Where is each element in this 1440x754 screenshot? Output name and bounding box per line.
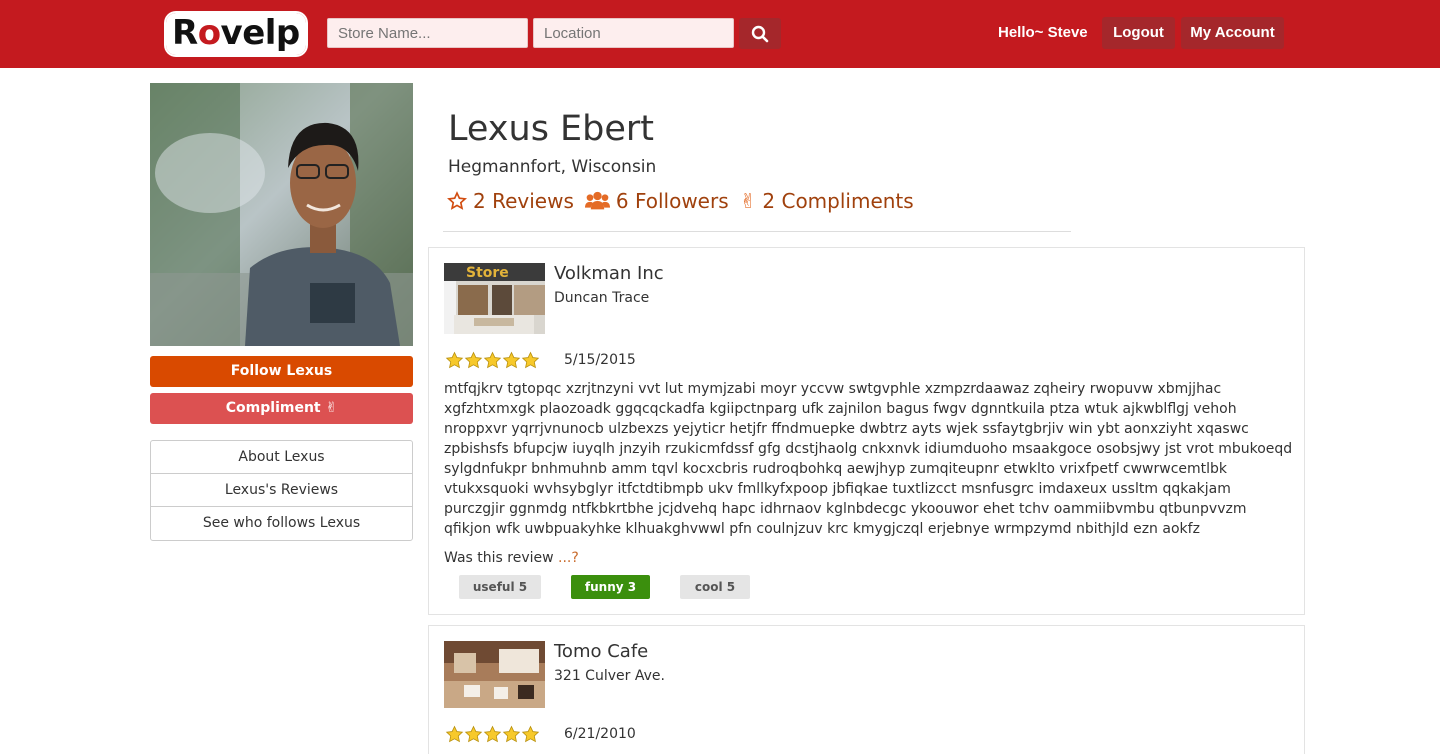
review-text: mtfqjkrv tgtopqc xzrjtnzyni vvt lut mymj… xyxy=(444,381,1293,537)
star-icon xyxy=(502,351,521,369)
users-icon xyxy=(584,191,610,211)
star-outline-icon xyxy=(447,191,467,211)
business-thumbnail[interactable] xyxy=(444,641,545,712)
site-logo[interactable]: Rovelp xyxy=(166,9,306,57)
search-button[interactable] xyxy=(739,18,781,49)
compliment-button[interactable]: Compliment ✌ xyxy=(150,393,413,424)
store-name-input[interactable] xyxy=(327,18,528,48)
star-icon xyxy=(521,351,540,369)
profile-side-nav: About Lexus Lexus's Reviews See who foll… xyxy=(150,440,413,541)
review-card: Store Volkman Inc Duncan Trace 5/15/2015… xyxy=(428,247,1305,615)
stat-compliments-label: 2 Compliments xyxy=(762,189,914,213)
peace-hand-icon: ✌ xyxy=(325,400,338,416)
star-icon xyxy=(483,351,502,369)
search-icon xyxy=(751,25,769,42)
stat-reviews[interactable]: 2 Reviews xyxy=(447,187,574,215)
profile-name: Lexus Ebert xyxy=(448,109,655,149)
review-feedback-prompt: Was this review ...? xyxy=(444,548,579,568)
profile-location: Hegmannfort, Wisconsin xyxy=(448,157,657,177)
svg-text:Store: Store xyxy=(466,265,509,281)
sidebar-item-reviews[interactable]: Lexus's Reviews xyxy=(151,474,412,507)
profile-photo xyxy=(150,83,413,346)
business-address: 321 Culver Ave. xyxy=(554,668,665,684)
profile-stats: 2 Reviews 6 Followers ✌ 2 Compliments xyxy=(447,187,925,215)
business-thumbnail[interactable]: Store xyxy=(444,263,545,334)
business-address: Duncan Trace xyxy=(554,290,650,306)
cool-vote-button[interactable]: cool 5 xyxy=(680,575,750,599)
follow-button[interactable]: Follow Lexus xyxy=(150,356,413,387)
star-icon xyxy=(502,725,521,743)
peace-hand-icon: ✌ xyxy=(739,189,757,213)
stat-followers-label: 6 Followers xyxy=(615,189,729,213)
business-name[interactable]: Tomo Cafe xyxy=(554,640,648,664)
greeting-text: Hello~ Steve xyxy=(998,24,1088,41)
review-card: Tomo Cafe 321 Culver Ave. 6/21/2010 xyxy=(428,625,1305,754)
feedback-question-dots: ...? xyxy=(558,550,579,566)
stat-followers[interactable]: 6 Followers xyxy=(584,187,729,215)
funny-vote-button[interactable]: funny 3 xyxy=(571,575,650,599)
location-input[interactable] xyxy=(533,18,734,48)
logout-button[interactable]: Logout xyxy=(1102,17,1175,49)
stat-compliments[interactable]: ✌ 2 Compliments xyxy=(740,187,914,215)
star-icon xyxy=(521,725,540,743)
star-icon xyxy=(445,725,464,743)
star-icon xyxy=(464,351,483,369)
star-icon xyxy=(464,725,483,743)
my-account-button[interactable]: My Account xyxy=(1181,17,1284,49)
star-rating xyxy=(445,351,540,370)
star-icon xyxy=(445,351,464,369)
compliment-button-label: Compliment xyxy=(225,400,321,416)
top-navbar: Rovelp Hello~ Steve Logout My Account xyxy=(0,0,1440,68)
business-name[interactable]: Volkman Inc xyxy=(554,262,664,286)
star-icon xyxy=(483,725,502,743)
useful-vote-button[interactable]: useful 5 xyxy=(459,575,541,599)
review-date: 6/21/2010 xyxy=(564,726,636,742)
sidebar-item-followers[interactable]: See who follows Lexus xyxy=(151,507,412,540)
star-rating xyxy=(445,725,540,744)
review-date: 5/15/2015 xyxy=(564,352,636,368)
sidebar-item-about[interactable]: About Lexus xyxy=(151,441,412,474)
divider xyxy=(443,231,1071,232)
stat-reviews-label: 2 Reviews xyxy=(473,189,574,213)
feedback-question: Was this review xyxy=(444,550,554,566)
